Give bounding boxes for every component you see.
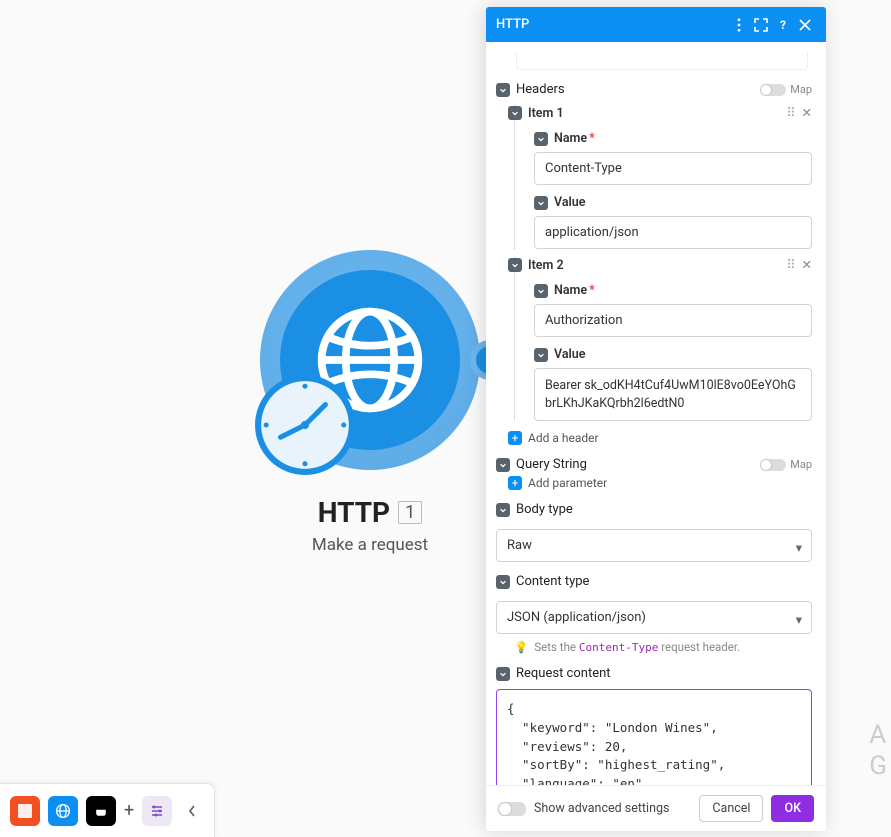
collapse-icon[interactable] bbox=[496, 458, 510, 472]
query-string-section: Query String Map + Add parameter bbox=[496, 457, 812, 490]
query-label: Query String bbox=[516, 457, 754, 472]
header-name-input[interactable] bbox=[534, 304, 812, 337]
collapse-icon[interactable] bbox=[534, 348, 548, 362]
request-content-section: Request content { "keyword": "London Win… bbox=[496, 666, 812, 785]
toolbar-flow-icon[interactable] bbox=[142, 796, 172, 826]
content-type-hint: 💡 Sets the Content-Type request header. bbox=[514, 640, 812, 654]
add-parameter-button[interactable]: + Add parameter bbox=[508, 476, 812, 490]
clock-icon bbox=[254, 374, 356, 476]
drag-handle-icon[interactable]: ⠿ bbox=[786, 257, 795, 273]
item-title: Item 2 bbox=[528, 258, 780, 273]
collapse-icon[interactable] bbox=[508, 106, 522, 120]
body-type-label: Body type bbox=[516, 502, 812, 517]
toolbar-add-button[interactable]: + bbox=[124, 800, 134, 821]
node-subtitle: Make a request bbox=[250, 535, 490, 555]
body-type-section: Body type ▾ bbox=[496, 502, 812, 562]
previous-field-edge bbox=[516, 52, 808, 70]
cancel-button[interactable]: Cancel bbox=[699, 795, 763, 822]
bottom-toolbar: + bbox=[0, 783, 215, 837]
chevron-left-icon bbox=[187, 804, 197, 818]
drag-handle-icon[interactable]: ⠿ bbox=[786, 105, 795, 121]
collapse-icon[interactable] bbox=[496, 575, 510, 589]
item-title: Item 1 bbox=[528, 106, 780, 121]
remove-item-button[interactable]: ✕ bbox=[802, 257, 812, 273]
body-type-select[interactable] bbox=[496, 529, 812, 562]
header-item-1: Item 1 ⠿ ✕ Name* bbox=[514, 105, 812, 249]
panel-close-button[interactable] bbox=[794, 14, 816, 36]
caret-down-icon: ▾ bbox=[796, 611, 802, 627]
header-name-input[interactable] bbox=[534, 152, 812, 185]
name-label: Name* bbox=[554, 131, 595, 146]
collapse-icon[interactable] bbox=[534, 196, 548, 210]
toolbar-app-1[interactable] bbox=[10, 796, 40, 826]
header-item-2: Item 2 ⠿ ✕ Name* bbox=[514, 257, 812, 421]
collapse-icon[interactable] bbox=[508, 258, 522, 272]
node-title: HTTP bbox=[318, 496, 390, 529]
node-index-badge: 1 bbox=[398, 501, 422, 524]
collapse-icon[interactable] bbox=[534, 132, 548, 146]
advanced-settings-toggle[interactable]: Show advanced settings bbox=[498, 801, 691, 816]
header-value-input[interactable]: Bearer sk_odKH4tCuf4UwM10lE8vo0EeYOhGbrL… bbox=[534, 368, 812, 421]
panel-expand-button[interactable] bbox=[750, 14, 772, 36]
collapse-icon[interactable] bbox=[496, 667, 510, 681]
header-value-input[interactable] bbox=[534, 216, 812, 249]
panel-help-button[interactable]: ? bbox=[772, 14, 794, 36]
headers-label: Headers bbox=[516, 82, 754, 97]
toolbar-http-icon[interactable] bbox=[48, 796, 78, 826]
ok-button[interactable]: OK bbox=[771, 795, 814, 822]
content-type-section: Content type ▾ 💡 Sets the Content-Type r… bbox=[496, 574, 812, 654]
request-content-textarea[interactable]: { "keyword": "London Wines", "reviews": … bbox=[496, 689, 812, 785]
request-content-label: Request content bbox=[516, 666, 812, 681]
headers-map-toggle[interactable]: Map bbox=[760, 83, 812, 96]
collapse-icon[interactable] bbox=[534, 284, 548, 298]
svg-text:?: ? bbox=[780, 18, 786, 32]
value-label: Value bbox=[554, 347, 586, 362]
caret-down-icon: ▾ bbox=[796, 539, 802, 555]
plus-icon: + bbox=[508, 431, 522, 445]
collapse-icon[interactable] bbox=[496, 503, 510, 517]
collapse-icon[interactable] bbox=[496, 83, 510, 97]
headers-section: Headers Map Item 1 ⠿ ✕ bbox=[496, 82, 812, 445]
cropped-text: AG bbox=[869, 720, 887, 782]
content-type-label: Content type bbox=[516, 574, 812, 589]
panel-body[interactable]: Headers Map Item 1 ⠿ ✕ bbox=[486, 42, 826, 785]
toolbar-app-3[interactable] bbox=[86, 796, 116, 826]
content-type-select[interactable] bbox=[496, 601, 812, 634]
canvas[interactable]: HTTP 1 Make a request AG + HTTP ? bbox=[0, 0, 891, 837]
lightbulb-icon: 💡 bbox=[514, 640, 528, 654]
node-circle bbox=[260, 250, 480, 470]
toolbar-collapse-button[interactable] bbox=[180, 804, 204, 818]
panel-header: HTTP ? bbox=[486, 7, 826, 42]
name-label: Name* bbox=[554, 283, 595, 298]
panel-footer: Show advanced settings Cancel OK bbox=[486, 785, 826, 831]
value-label: Value bbox=[554, 195, 586, 210]
http-node[interactable]: HTTP 1 Make a request bbox=[250, 250, 490, 555]
query-map-toggle[interactable]: Map bbox=[760, 458, 812, 471]
panel-menu-button[interactable] bbox=[728, 14, 750, 36]
add-header-button[interactable]: + Add a header bbox=[508, 431, 812, 445]
remove-item-button[interactable]: ✕ bbox=[802, 105, 812, 121]
config-panel: HTTP ? Headers Map Item 1 bbox=[486, 7, 826, 831]
panel-title: HTTP bbox=[496, 17, 728, 32]
plus-icon: + bbox=[508, 476, 522, 490]
